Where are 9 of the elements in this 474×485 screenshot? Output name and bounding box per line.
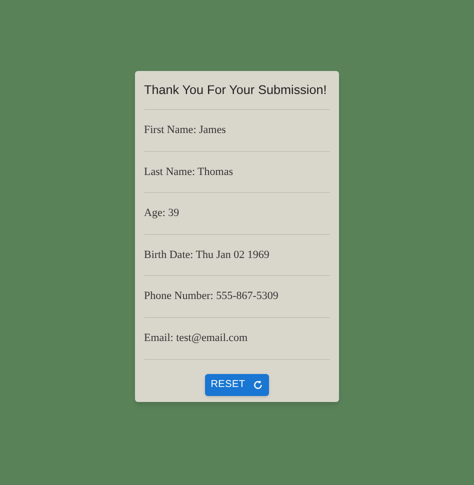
field-text: Email: test@email.com	[144, 331, 248, 346]
field-text: First Name: James	[144, 123, 226, 138]
refresh-icon	[253, 380, 264, 390]
field-text: Last Name: Thomas	[144, 164, 233, 180]
field-text: Birth Date: Thu Jan 02 1969	[144, 248, 270, 263]
field-text: Phone Number: 555-867-5309	[144, 289, 278, 304]
field-text: Age: 39	[144, 206, 180, 222]
card-title: Thank You For Your Submission!	[144, 71, 330, 110]
reset-button[interactable]: RESET	[205, 374, 269, 396]
